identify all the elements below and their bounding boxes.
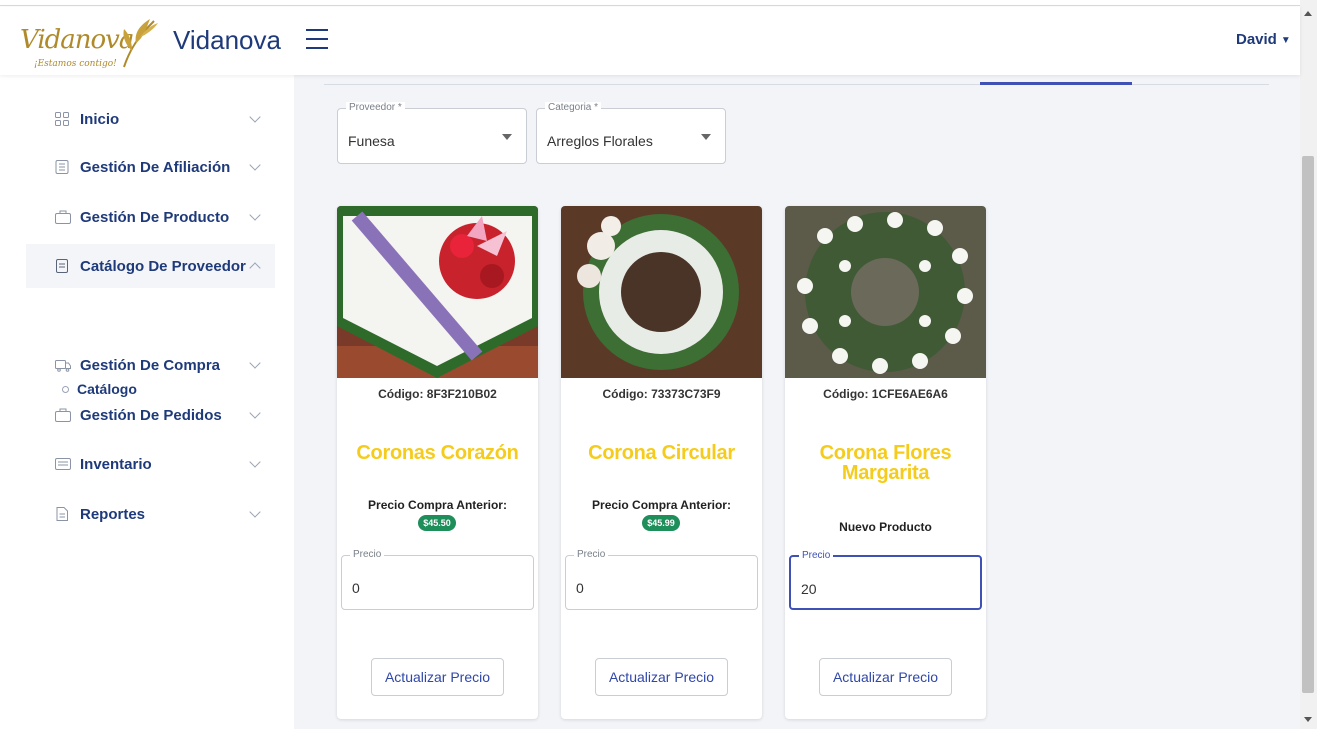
truck-icon <box>55 358 71 372</box>
product-code: Código: 73373C73F9 <box>602 387 721 401</box>
window-top-edge <box>0 0 1300 6</box>
scroll-down-arrow-icon[interactable] <box>1304 717 1312 722</box>
leaf-icon <box>123 19 158 68</box>
sidebar: Inicio Gestión De Afiliación Gestión De … <box>0 75 294 729</box>
sidebar-item-gestion-afiliacion[interactable]: Gestión De Afiliación <box>26 145 275 189</box>
previous-price-badge: $45.99 <box>642 515 680 531</box>
sidebar-item-inicio[interactable]: Inicio <box>26 97 275 141</box>
active-tab-indicator <box>980 82 1132 85</box>
proveedor-value: Funesa <box>348 133 395 149</box>
document-icon <box>55 259 69 273</box>
sidebar-item-gestion-compra[interactable]: Gestión De Compra <box>26 343 275 387</box>
update-price-button[interactable]: Actualizar Precio <box>371 658 504 696</box>
list-icon <box>55 160 69 174</box>
product-name: Corona Circular <box>588 442 735 464</box>
dropdown-arrow-icon <box>701 134 711 140</box>
proveedor-select[interactable]: Proveedor * Funesa <box>337 102 527 164</box>
chevron-down-icon <box>249 111 261 123</box>
bag-icon <box>55 210 71 224</box>
brand-title: Vidanova <box>173 25 281 55</box>
sidebar-item-label: Gestión De Producto <box>80 208 230 226</box>
previous-price-badge: $45.50 <box>418 515 456 531</box>
price-field[interactable]: Precio <box>565 549 758 610</box>
inventory-icon <box>55 457 71 471</box>
previous-price-label: Precio Compra Anterior: <box>592 498 731 512</box>
bag-icon <box>55 408 71 422</box>
new-product-label: Nuevo Producto <box>839 520 932 534</box>
vidanova-logo[interactable]: Vidanova ¡Estamos contigo! <box>20 15 160 71</box>
product-card: Código: 8F3F210B02 Coronas Corazón Preci… <box>337 206 538 719</box>
product-name: Coronas Corazón <box>356 442 519 464</box>
product-image-coronas-corazon <box>337 206 538 378</box>
price-input[interactable] <box>576 580 746 596</box>
price-field-label: Precio <box>574 549 609 560</box>
user-menu[interactable]: David ▼ <box>1236 31 1291 48</box>
scroll-up-arrow-icon[interactable] <box>1304 11 1312 16</box>
product-card: Código: 73373C73F9 Corona Circular Preci… <box>561 206 762 719</box>
chevron-down-icon <box>249 456 261 468</box>
sidebar-item-inventario[interactable]: Inventario <box>26 442 275 486</box>
chevron-down-icon <box>249 357 261 369</box>
update-price-button[interactable]: Actualizar Precio <box>819 658 952 696</box>
previous-price-label: Precio Compra Anterior: <box>368 498 507 512</box>
chevron-down-icon <box>249 506 261 518</box>
categoria-value: Arreglos Florales <box>547 133 653 149</box>
sidebar-item-catalogo-proveedor[interactable]: Catálogo De Proveedor <box>26 244 275 288</box>
price-field[interactable]: Precio <box>341 549 534 610</box>
price-input[interactable] <box>352 580 522 596</box>
scrollbar-thumb[interactable] <box>1302 156 1314 693</box>
proveedor-label: Proveedor * <box>346 102 405 113</box>
sidebar-item-gestion-producto[interactable]: Gestión De Producto <box>26 195 275 239</box>
sidebar-item-label: Inicio <box>80 110 120 128</box>
sidebar-item-reportes[interactable]: Reportes <box>26 492 275 536</box>
top-header: Vidanova ¡Estamos contigo! Vidanova Davi… <box>0 7 1300 75</box>
chevron-up-icon <box>249 262 261 274</box>
sidebar-item-label: Gestión De Afiliación <box>80 158 231 176</box>
sidebar-item-label: Catálogo De Proveedor <box>80 257 246 275</box>
product-code: Código: 1CFE6AE6A6 <box>823 387 948 401</box>
product-image-corona-circular <box>561 206 762 378</box>
chevron-down-icon <box>249 407 261 419</box>
categoria-label: Categoria * <box>545 102 602 113</box>
price-field[interactable]: Precio <box>789 550 982 610</box>
user-name: David <box>1236 31 1277 48</box>
sidebar-item-label: Reportes <box>80 505 146 523</box>
logo-tagline: ¡Estamos contigo! <box>34 59 117 69</box>
chevron-down-icon <box>249 159 261 171</box>
product-image-corona-flores-margarita <box>785 206 986 378</box>
sidebar-item-label: Gestión De Compra <box>80 356 221 374</box>
dropdown-arrow-icon <box>502 134 512 140</box>
categoria-select[interactable]: Categoria * Arreglos Florales <box>536 102 726 164</box>
product-name: Corona Flores Margarita <box>819 442 952 484</box>
product-code: Código: 8F3F210B02 <box>378 387 497 401</box>
hamburger-menu-icon[interactable] <box>306 29 330 51</box>
caret-down-icon: ▼ <box>1280 34 1291 46</box>
grid-icon <box>55 112 69 126</box>
main-content: Proveedor * Funesa Categoria * Arreglos … <box>294 75 1300 729</box>
price-field-label: Precio <box>799 550 834 561</box>
sidebar-item-gestion-pedidos[interactable]: Gestión De Pedidos <box>26 393 275 437</box>
sidebar-item-label: Inventario <box>80 455 152 473</box>
update-price-button[interactable]: Actualizar Precio <box>595 658 728 696</box>
product-card: Código: 1CFE6AE6A6 Corona Flores Margari… <box>785 206 986 719</box>
chevron-down-icon <box>249 209 261 221</box>
sidebar-item-label: Gestión De Pedidos <box>80 406 222 424</box>
file-icon <box>55 507 69 521</box>
price-input[interactable] <box>801 581 971 597</box>
price-field-label: Precio <box>350 549 385 560</box>
